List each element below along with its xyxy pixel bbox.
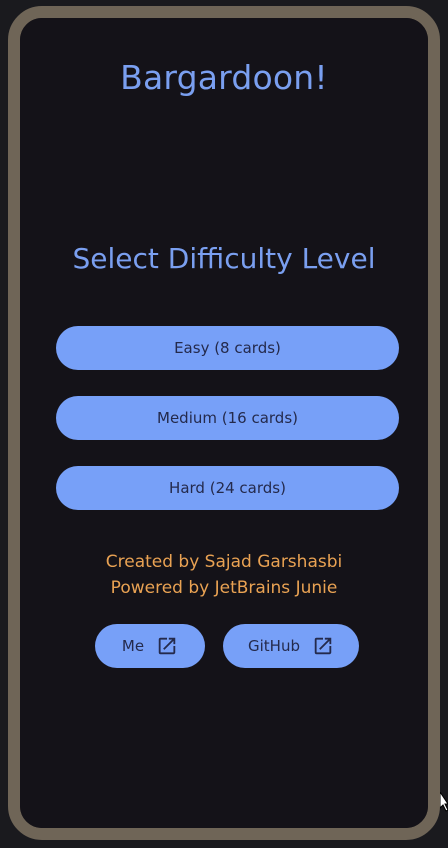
- github-link-label: GitHub: [248, 637, 300, 655]
- open-in-new-icon: [312, 635, 334, 657]
- created-by-text: Created by Sajad Garshasbi: [105, 552, 343, 572]
- difficulty-heading: Select Difficulty Level: [72, 242, 376, 275]
- app-title: Bargardoon!: [120, 58, 328, 97]
- easy-button[interactable]: Easy (8 cards): [56, 326, 399, 370]
- easy-button-label: Easy (8 cards): [174, 339, 281, 357]
- medium-button-label: Medium (16 cards): [157, 409, 298, 427]
- hard-button[interactable]: Hard (24 cards): [56, 466, 399, 510]
- medium-button[interactable]: Medium (16 cards): [56, 396, 399, 440]
- github-link-button[interactable]: GitHub: [223, 624, 359, 668]
- me-link-button[interactable]: Me: [95, 624, 205, 668]
- powered-by-text: Powered by JetBrains Junie: [110, 578, 338, 598]
- device-frame: Bargardoon! Select Difficulty Level Easy…: [0, 0, 448, 848]
- hard-button-label: Hard (24 cards): [169, 479, 286, 497]
- me-link-label: Me: [121, 637, 145, 655]
- open-in-new-icon: [156, 635, 178, 657]
- mouse-cursor-icon: [439, 790, 448, 816]
